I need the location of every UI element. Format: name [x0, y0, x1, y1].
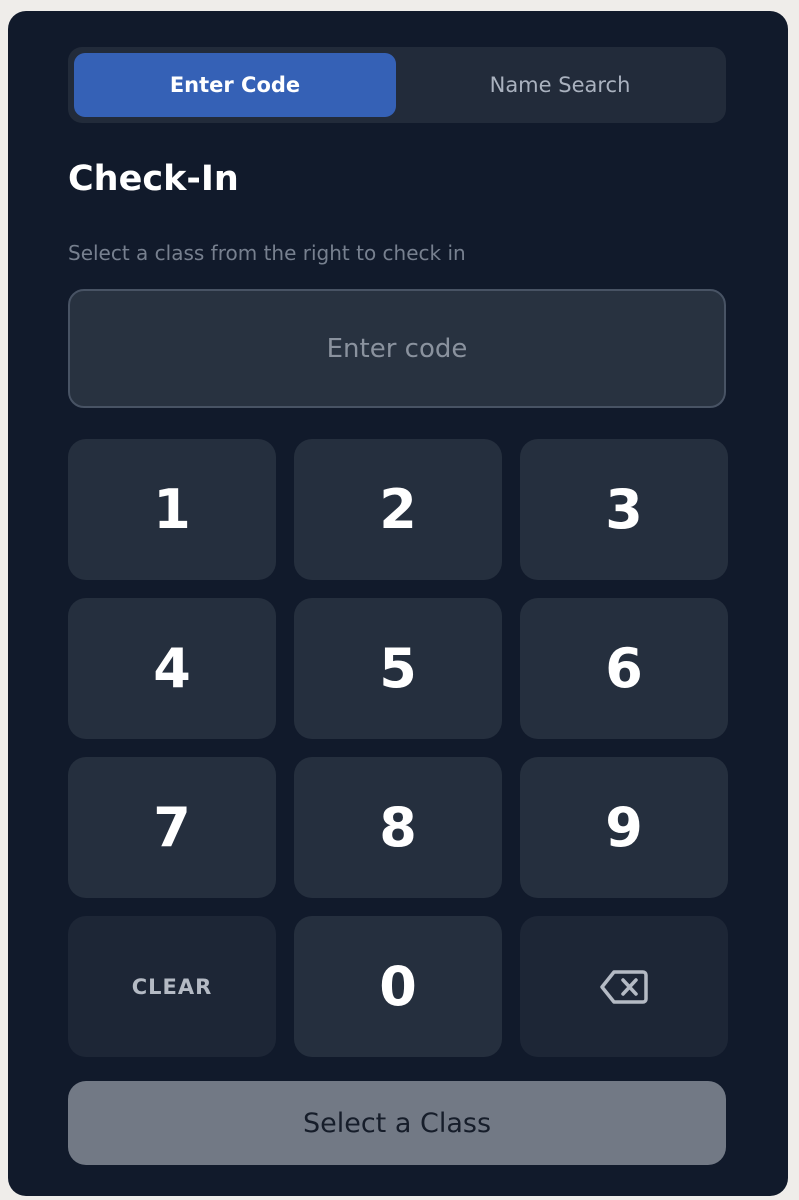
keypad-key-2[interactable]: 2	[294, 439, 502, 580]
keypad-key-3[interactable]: 3	[520, 439, 728, 580]
keypad-key-7[interactable]: 7	[68, 757, 276, 898]
select-class-button[interactable]: Select a Class	[68, 1081, 726, 1165]
tab-name-search[interactable]: Name Search	[400, 53, 720, 117]
keypad-key-4[interactable]: 4	[68, 598, 276, 739]
keypad-key-9[interactable]: 9	[520, 757, 728, 898]
checkin-panel: Enter Code Name Search Check-In Select a…	[8, 11, 788, 1196]
keypad-backspace-button[interactable]	[520, 916, 728, 1057]
page-title: Check-In	[68, 159, 239, 199]
keypad-key-0[interactable]: 0	[294, 916, 502, 1057]
keypad-clear-button[interactable]: CLEAR	[68, 916, 276, 1057]
mode-tabs: Enter Code Name Search	[68, 47, 726, 123]
keypad-key-1[interactable]: 1	[68, 439, 276, 580]
backspace-icon	[599, 955, 649, 1018]
keypad-key-8[interactable]: 8	[294, 757, 502, 898]
page-subtitle: Select a class from the right to check i…	[68, 241, 466, 265]
keypad-key-6[interactable]: 6	[520, 598, 728, 739]
tab-enter-code[interactable]: Enter Code	[74, 53, 396, 117]
code-input[interactable]	[68, 289, 726, 408]
keypad-key-5[interactable]: 5	[294, 598, 502, 739]
